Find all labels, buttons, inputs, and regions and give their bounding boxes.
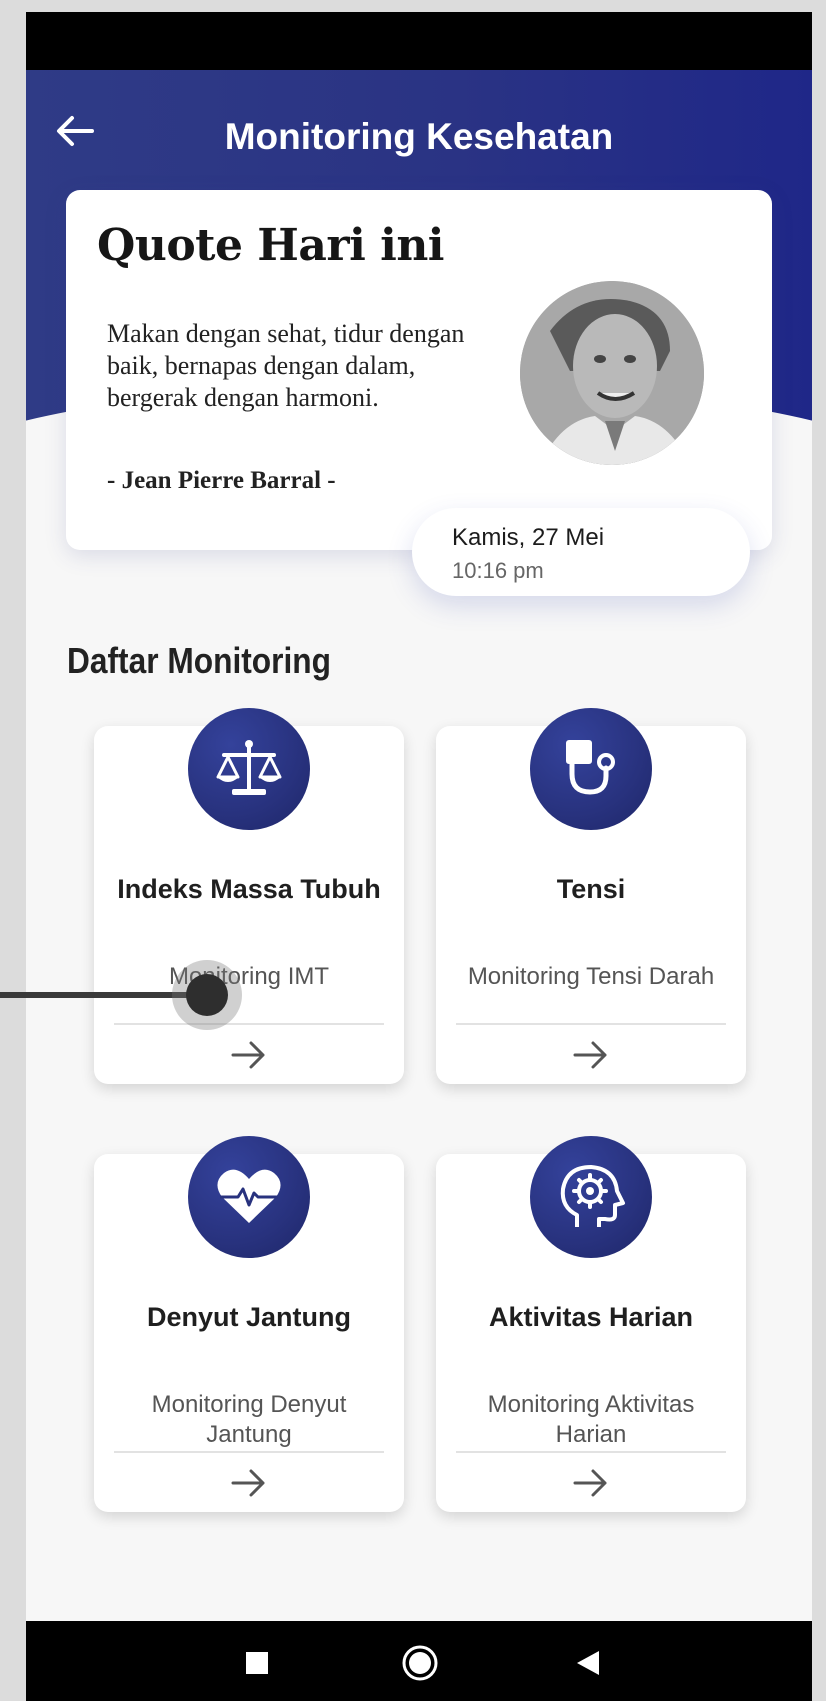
quote-text: Makan dengan sehat, tidur dengan baik, b… xyxy=(107,319,465,412)
card-tensi[interactable]: Tensi Monitoring Tensi Darah xyxy=(436,708,746,1084)
quote-heading: Quote Hari ini xyxy=(97,220,445,271)
card-subtitle: Monitoring Denyut Jantung xyxy=(151,1391,347,1448)
quote-author: - Jean Pierre Barral - xyxy=(107,467,336,494)
circle-home-icon[interactable] xyxy=(398,1641,442,1685)
arrow-right-icon[interactable] xyxy=(571,1037,611,1073)
section-title: Daftar Monitoring xyxy=(67,640,331,681)
card-subtitle: Monitoring Aktivitas Harian xyxy=(487,1391,695,1448)
card-title: Aktivitas Harian xyxy=(488,1302,694,1332)
card-divider xyxy=(456,1023,726,1025)
phone-screen: Monitoring Kesehatan Quote Hari ini Maka… xyxy=(26,12,812,1701)
system-nav-bar xyxy=(26,1621,812,1701)
card-divider xyxy=(114,1451,384,1453)
card-title: Indeks Massa Tubuh xyxy=(117,874,381,904)
card-subtitle: Monitoring Tensi Darah xyxy=(467,963,715,990)
time-label: 10:16 pm xyxy=(452,558,544,583)
card-divider xyxy=(456,1451,726,1453)
author-photo xyxy=(520,281,704,465)
square-recents-icon[interactable] xyxy=(235,1641,279,1685)
triangle-back-icon[interactable] xyxy=(566,1641,610,1685)
status-bar xyxy=(26,12,812,70)
head-gear-icon xyxy=(530,1136,652,1258)
date-label: Kamis, 27 Mei xyxy=(452,524,605,551)
quote-card: Quote Hari ini Makan dengan sehat, tidur… xyxy=(66,190,772,550)
arrow-right-icon[interactable] xyxy=(571,1465,611,1501)
card-indeks-massa-tubuh[interactable]: Indeks Massa Tubuh Monitoring IMT xyxy=(94,708,404,1084)
arrow-right-icon[interactable] xyxy=(229,1465,269,1501)
card-subtitle: Monitoring IMT xyxy=(168,963,330,990)
touch-indicator-dot xyxy=(186,974,228,1016)
date-time-pill: Kamis, 27 Mei 10:16 pm xyxy=(412,508,750,596)
card-title: Denyut Jantung xyxy=(146,1302,351,1332)
author-portrait-icon xyxy=(520,281,704,465)
card-title: Tensi xyxy=(556,874,626,904)
heart-pulse-icon xyxy=(188,1136,310,1258)
balance-scale-icon xyxy=(188,708,310,830)
arrow-right-icon[interactable] xyxy=(229,1037,269,1073)
blood-pressure-icon xyxy=(530,708,652,830)
page-title: Monitoring Kesehatan xyxy=(224,116,614,157)
card-denyut-jantung[interactable]: Denyut Jantung Monitoring Denyut Jantung xyxy=(94,1136,404,1512)
card-aktivitas-harian[interactable]: Aktivitas Harian Monitoring Aktivitas Ha… xyxy=(436,1136,746,1512)
card-divider xyxy=(114,1023,384,1025)
